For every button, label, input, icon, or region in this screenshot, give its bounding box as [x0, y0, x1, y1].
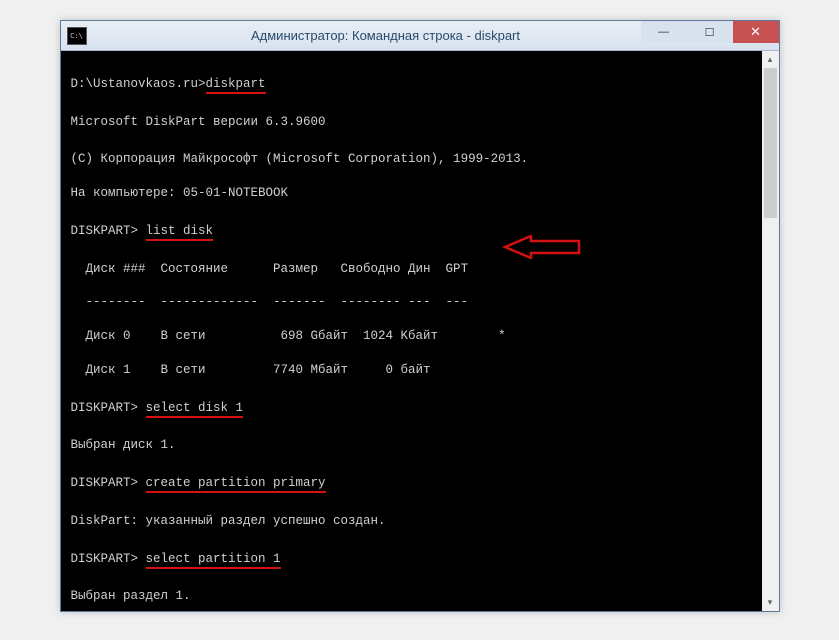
vertical-scrollbar[interactable]: ▴ ▾	[762, 51, 779, 611]
scroll-thumb[interactable]	[764, 68, 777, 218]
diskpart-prompt: DISKPART>	[71, 401, 139, 415]
version-line: Microsoft DiskPart версии 6.3.9600	[71, 114, 769, 131]
scroll-down-button[interactable]: ▾	[762, 594, 779, 611]
cmd-select-partition: select partition 1	[146, 552, 281, 569]
cmd-select-disk: select disk 1	[146, 401, 244, 418]
terminal-output[interactable]: D:\Ustanovkaos.ru>diskpart Microsoft Dis…	[61, 51, 779, 611]
window-controls: — ☐ ✕	[641, 21, 779, 43]
copyright-line: (C) Корпорация Майкрософт (Microsoft Cor…	[71, 151, 769, 168]
maximize-button[interactable]: ☐	[687, 21, 733, 43]
disk-table-header: Диск ### Состояние Размер Свободно Дин G…	[71, 261, 769, 278]
computer-line: На компьютере: 05-01-NOTEBOOK	[71, 185, 769, 202]
titlebar[interactable]: C:\ Администратор: Командная строка - di…	[61, 21, 779, 51]
cmd-icon: C:\	[67, 27, 87, 45]
diskpart-prompt: DISKPART>	[71, 224, 139, 238]
msg-disk-selected: Выбран диск 1.	[71, 437, 769, 454]
scroll-up-button[interactable]: ▴	[762, 51, 779, 68]
cmd-window: C:\ Администратор: Командная строка - di…	[60, 20, 780, 612]
disk-table-row: Диск 1 В сети 7740 Mбайт 0 байт	[71, 362, 769, 379]
diskpart-prompt: DISKPART>	[71, 476, 139, 490]
diskpart-prompt: DISKPART>	[71, 552, 139, 566]
initial-prompt: D:\Ustanovkaos.ru>	[71, 77, 206, 91]
disk-table-row: Диск 0 В сети 698 Gбайт 1024 Kбайт *	[71, 328, 769, 345]
disk-table-divider: -------- ------------- ------- -------- …	[71, 294, 769, 311]
msg-partition-selected: Выбран раздел 1.	[71, 588, 769, 605]
terminal-wrap: D:\Ustanovkaos.ru>diskpart Microsoft Dis…	[61, 51, 779, 611]
cmd-create-partition: create partition primary	[146, 476, 326, 493]
msg-partition-created: DiskPart: указанный раздел успешно созда…	[71, 513, 769, 530]
minimize-button[interactable]: —	[641, 21, 687, 43]
cmd-diskpart: diskpart	[206, 77, 266, 94]
close-button[interactable]: ✕	[733, 21, 779, 43]
cmd-list-disk: list disk	[146, 224, 214, 241]
